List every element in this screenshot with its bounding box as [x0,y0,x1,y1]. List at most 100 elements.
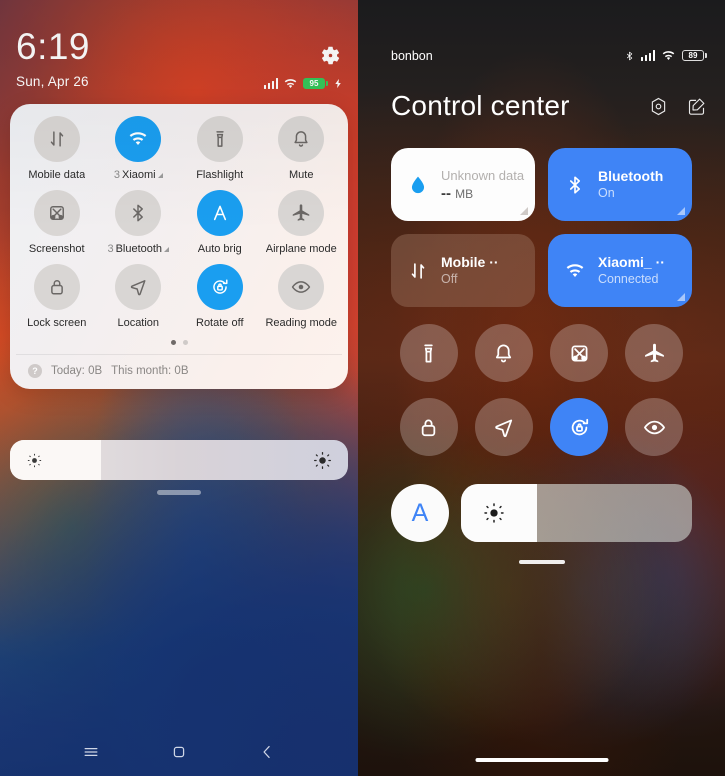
control-card-mobile[interactable]: Mobile ·· Off [391,234,535,307]
back-chevron-icon[interactable] [257,742,277,762]
qs-tile-text: Mute [289,169,314,181]
page-title: Control center [391,90,570,121]
qs-tile-text: Mobile data [28,169,86,181]
qs-tile-lock-screen[interactable]: Lock screen [16,264,98,329]
qs-tile-text: Airplane mode [265,243,337,255]
panel-drag-handle[interactable] [157,490,201,495]
resize-corner-icon[interactable] [520,207,528,215]
airplane-icon[interactable] [278,190,325,236]
toggle-rotate-off[interactable] [550,398,609,456]
qs-tile-xiaomi[interactable]: 3 Xiaomi [98,116,180,181]
quick-settings-panel: Mobile data 3 Xiaomi Flashlight Mute Screensh… [10,104,348,389]
qs-tile-label: Location [117,317,159,329]
bell-icon[interactable] [278,116,325,162]
qs-tile-label: Lock screen [27,317,86,329]
signal-bars-icon [263,78,278,89]
card-text: Unknown data ·· -- MB [441,168,527,202]
resize-corner-icon[interactable] [677,293,685,301]
wifi-icon [662,51,675,60]
data-usage-footer[interactable]: ? Today: 0B This month: 0B [16,354,342,389]
auto-brightness-button[interactable]: A [391,484,449,542]
screenshot-icon[interactable] [33,190,80,236]
lock-icon[interactable] [33,264,80,310]
qs-tile-label: Mobile data [28,169,85,181]
qs-tile-screenshot[interactable]: Screenshot [16,190,98,255]
right-phone-screen: bonbon 89 Control center Unknown data ··… [358,0,725,776]
qs-tile-bluetooth[interactable]: 3 Bluetooth [98,190,180,255]
brightness-slider[interactable] [461,484,692,542]
qs-tile-label: Airplane mode [266,243,337,255]
gesture-bar[interactable] [475,758,608,762]
gear-icon[interactable] [320,45,341,66]
page-dot[interactable] [182,340,188,345]
qs-tile-auto-brig[interactable]: Auto brig [179,190,261,255]
edit-pencil-icon[interactable] [686,96,707,117]
airplane-icon [645,343,664,362]
bluetooth-icon [626,51,632,60]
header-actions [648,96,707,117]
qs-tile-label: 3 Xiaomi [114,169,163,181]
bluetooth-icon[interactable] [115,190,162,236]
qs-tile-mobile-data[interactable]: Mobile data [16,116,98,181]
qs-tile-text: Reading mode [265,317,338,329]
wifi-icon[interactable] [115,116,162,162]
page-dots[interactable] [16,329,342,354]
card-title: Bluetooth [598,168,664,184]
left-status-icons: 95 [263,76,345,91]
qs-tile-flashlight[interactable]: Flashlight [179,116,261,181]
chevron-expand-icon[interactable] [164,246,170,252]
qs-tile-rotate-off[interactable]: Rotate off [179,264,261,329]
toggle-location[interactable] [474,398,533,456]
control-card-bluetooth[interactable]: Bluetooth On [548,148,692,221]
control-card-xiaomi[interactable]: Xiaomi_ ·· Connected [548,234,692,307]
toggle-mute[interactable] [474,324,533,382]
control-center-cards: Unknown data ·· -- MB Bluetooth On Mobile ··… [391,148,692,307]
qs-tile-badge: 3 [113,169,120,181]
card-subtitle: On [598,186,615,200]
right-status-icons: 89 [624,48,707,63]
qs-tile-mute[interactable]: Mute [261,116,343,181]
panel-drag-handle[interactable] [518,560,565,564]
toggle-flashlight[interactable] [399,324,458,382]
toggle-airplane-mode[interactable] [625,324,684,382]
flashlight-icon[interactable] [196,116,243,162]
control-card-unknown-data[interactable]: Unknown data ·· -- MB [391,148,535,221]
location-arrow-icon[interactable] [115,264,162,310]
data-usage-today: Today: 0B [51,365,103,377]
page-dot[interactable] [170,340,176,345]
qs-tile-text: Rotate off [196,317,244,329]
brightness-low-icon [27,453,42,467]
bluetooth-icon [561,173,589,197]
menu-recents-icon[interactable] [81,742,101,762]
chevron-expand-icon[interactable] [157,172,163,178]
eye-icon [643,420,665,434]
qs-tile-badge: 3 [107,243,114,255]
card-subtitle: -- MB [441,185,474,202]
battery-level: 89 [688,50,698,60]
qs-tile-location[interactable]: Location [98,264,180,329]
home-square-icon[interactable] [169,742,189,762]
eye-icon[interactable] [278,264,325,310]
auto-brightness-icon[interactable] [196,190,243,236]
brightness-slider[interactable] [10,440,348,480]
card-title: Unknown data ·· [441,167,527,183]
toggle-lock-screen[interactable] [399,398,458,456]
mobile-data-icon[interactable] [33,116,80,162]
brightness-fill [10,440,102,480]
right-status-bar: bonbon 89 [358,48,725,63]
flashlight-icon [424,343,433,363]
qs-tile-reading-mode[interactable]: Reading mode [261,264,343,329]
qs-tile-airplane-mode[interactable]: Airplane mode [261,190,343,255]
bell-icon [496,343,512,362]
toggle-screenshot[interactable] [550,324,609,382]
data-usage-month: This month: 0B [111,365,189,377]
settings-hexagon-icon[interactable] [648,96,669,117]
question-mark-icon[interactable]: ? [28,364,42,378]
lock-icon [421,419,436,436]
rotate-lock-icon[interactable] [196,264,243,310]
user-name: bonbon [391,48,433,63]
brightness-high-icon [314,451,331,469]
toggle-reading-mode[interactable] [625,398,684,456]
resize-corner-icon[interactable] [677,207,685,215]
qs-tile-label: 3 Bluetooth [107,243,170,255]
